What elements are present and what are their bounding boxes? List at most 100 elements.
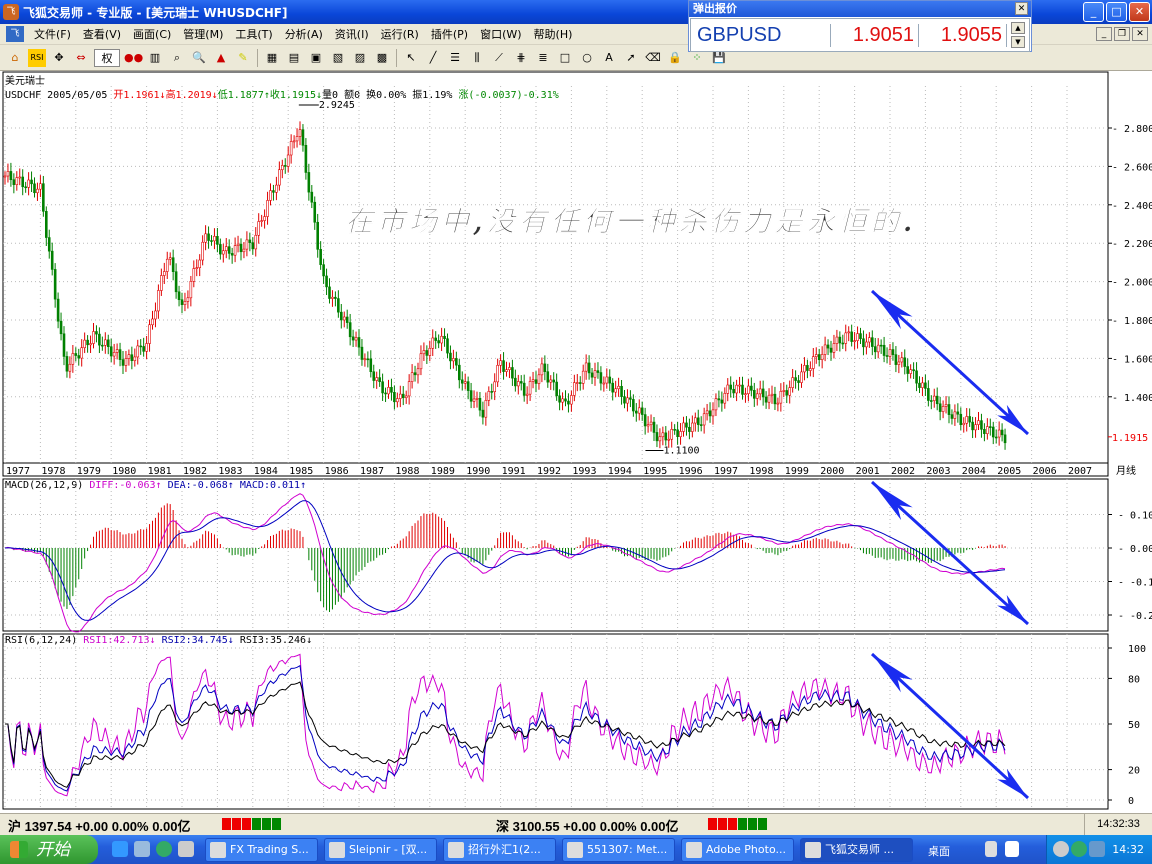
candle-body (658, 436, 662, 442)
hline-tool-icon[interactable]: ☰ (446, 49, 464, 67)
candle-body (316, 221, 320, 250)
candle-body (974, 424, 977, 431)
chart-pair-icon[interactable]: ▥ (146, 49, 164, 67)
grid-icon[interactable]: ▦ (263, 49, 281, 67)
dual-circle-icon[interactable]: ●● (124, 49, 143, 67)
candle-body (18, 176, 22, 179)
help-icon[interactable] (1005, 841, 1019, 857)
desktop-toolbar-label[interactable]: 桌面 (928, 843, 950, 859)
close-button[interactable]: ✕ (1129, 2, 1150, 22)
mdi-app-icon[interactable]: 飞 (6, 26, 24, 42)
rsi-icon[interactable]: RSI (28, 48, 46, 67)
rights-select[interactable]: 权 (94, 48, 120, 67)
globe-icon[interactable] (156, 841, 172, 857)
candle-body (74, 353, 78, 356)
candle-body (817, 354, 821, 361)
exchange-icon[interactable]: ⇔ (72, 49, 90, 67)
menu-manage[interactable]: 管理(M) (177, 26, 229, 42)
task-feihu[interactable]: 飞狐交易师 ... (800, 838, 913, 862)
menu-tools[interactable]: 工具(T) (229, 26, 278, 42)
candle-body (652, 421, 656, 433)
channel-tool-icon[interactable]: ⋕ (512, 49, 530, 67)
list-icon[interactable]: ▩ (373, 49, 391, 67)
menu-analysis[interactable]: 分析(A) (279, 26, 329, 42)
task-cmb-forex[interactable]: 招行外汇1(2... (443, 838, 556, 862)
close-icon[interactable]: ✕ (1015, 2, 1028, 15)
quote-popup[interactable]: 弹出报价 ✕ GBPUSD 1.9051 1.9055 ▲ ▼ (688, 0, 1032, 52)
zoom-icon[interactable]: ⌕ (168, 49, 186, 67)
menu-view[interactable]: 查看(V) (77, 26, 127, 42)
cursor-icon[interactable]: ↖ (402, 49, 420, 67)
candle-body (552, 379, 556, 383)
desktop-toolbar-icon[interactable] (985, 841, 997, 857)
tray-expand-icon[interactable] (1053, 841, 1069, 857)
maximize-button[interactable]: □ (1106, 2, 1127, 22)
menu-file[interactable]: 文件(F) (28, 26, 77, 42)
search-icon[interactable]: 🔍 (190, 49, 208, 67)
candle-body (65, 356, 69, 372)
fib-tool-icon[interactable]: ≣ (534, 49, 552, 67)
menu-screen[interactable]: 画面(C) (127, 26, 177, 42)
ellipse-tool-icon[interactable]: ○ (578, 49, 596, 67)
alert-icon[interactable]: ▲ (212, 49, 230, 67)
candle-body (307, 172, 311, 193)
candle-body (222, 250, 225, 255)
candle-body (676, 429, 679, 437)
rect-tool-icon[interactable]: □ (556, 49, 574, 67)
chart-area[interactable]: 美元瑞士 USDCHF 2005/05/05 开1.1961↓高1.2019↓低… (0, 71, 1152, 813)
candle-body (637, 407, 641, 414)
volume-icon[interactable] (1089, 841, 1105, 857)
candle-body (590, 372, 594, 378)
window-icon[interactable]: ▤ (285, 49, 303, 67)
year-tick-label: 1980 (112, 466, 136, 477)
candle-body (475, 397, 479, 400)
candle-body (493, 381, 497, 393)
minimize-button[interactable]: _ (1083, 2, 1104, 22)
pencil-icon[interactable]: ✎ (234, 49, 252, 67)
task-photoshop[interactable]: Adobe Photo... (681, 838, 794, 862)
candle-body (251, 242, 255, 250)
candle-body (629, 397, 632, 400)
task-fx-trading[interactable]: FX Trading S... (205, 838, 318, 862)
ie-icon[interactable] (112, 841, 128, 857)
candle-body (390, 387, 393, 393)
chart-canvas[interactable]: 1977 1978 1979 1980 1981 1982 1983 1984 1985 1986… (0, 71, 1152, 813)
line-tool-icon[interactable]: ╱ (424, 49, 442, 67)
image-icon[interactable]: ▧ (329, 49, 347, 67)
year-tick-label: 2004 (962, 466, 986, 477)
candle-body (853, 340, 856, 342)
desktop-icon[interactable] (134, 841, 150, 857)
chevron-up-icon[interactable]: ▲ (1011, 22, 1025, 34)
table-icon[interactable]: ▨ (351, 49, 369, 67)
candle-body (776, 402, 780, 405)
candle-body (401, 393, 405, 399)
candle-body (304, 144, 308, 173)
candle-body (452, 358, 455, 362)
menu-info[interactable]: 资讯(I) (329, 26, 375, 42)
fan-tool-icon[interactable]: ⟋ (490, 49, 508, 67)
network-icon[interactable] (1071, 841, 1087, 857)
candle-body (219, 244, 222, 255)
eraser-icon[interactable]: ⌫ (644, 49, 662, 67)
mdi-minimize-button[interactable]: _ (1096, 27, 1112, 41)
menu-plugins[interactable]: 插件(P) (425, 26, 474, 42)
task-metatrader[interactable]: 551307: Met... (562, 838, 675, 862)
quote-spinner[interactable]: ▲ ▼ (1011, 22, 1025, 48)
layout-icon[interactable]: ▣ (307, 49, 325, 67)
mdi-restore-button[interactable]: ❐ (1114, 27, 1130, 41)
menu-run[interactable]: 运行(R) (375, 26, 425, 42)
menu-window[interactable]: 窗口(W) (474, 26, 527, 42)
chevron-down-icon[interactable]: ▼ (1011, 36, 1025, 48)
candle-body (691, 422, 694, 432)
lock-icon[interactable]: 🔒 (666, 49, 684, 67)
quicklaunch-more-icon[interactable] (178, 841, 194, 857)
task-sleipnir[interactable]: Sleipnir - [双... (324, 838, 437, 862)
home-icon[interactable]: ⌂ (6, 49, 24, 67)
text-tool-icon[interactable]: A (600, 49, 618, 67)
vline-tool-icon[interactable]: ⫼ (468, 49, 486, 67)
start-button[interactable]: 开始 (0, 835, 98, 864)
menu-help[interactable]: 帮助(H) (528, 26, 579, 42)
move-icon[interactable]: ✥ (50, 49, 68, 67)
mdi-close-button[interactable]: ✕ (1132, 27, 1148, 41)
arrow-tool-icon[interactable]: ➚ (622, 49, 640, 67)
